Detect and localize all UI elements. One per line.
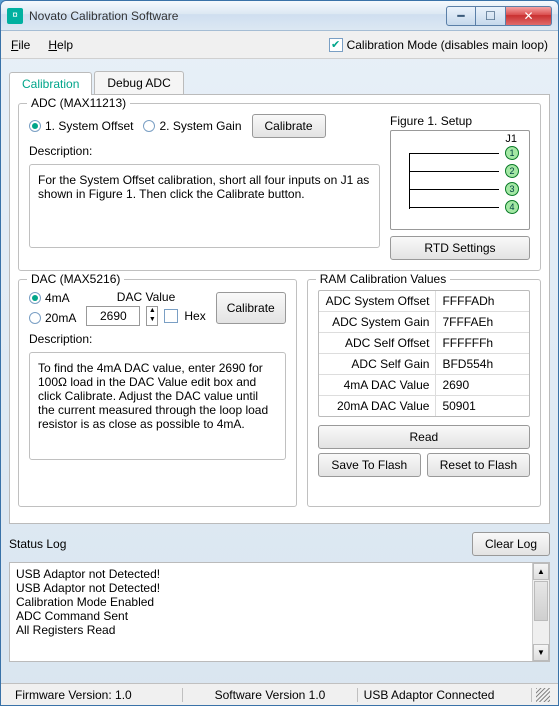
tab-calibration[interactable]: Calibration bbox=[9, 72, 92, 95]
radio-system-gain[interactable]: 2. System Gain bbox=[143, 119, 241, 133]
scroll-down-icon[interactable]: ▼ bbox=[533, 644, 549, 661]
check-icon: ✔ bbox=[329, 38, 343, 52]
adc-description-label: Description: bbox=[29, 144, 380, 158]
check-icon: ✔ bbox=[164, 309, 178, 323]
save-to-flash-button[interactable]: Save To Flash bbox=[318, 453, 421, 477]
menu-help[interactable]: Help bbox=[48, 38, 73, 52]
status-log-text: USB Adaptor not Detected! USB Adaptor no… bbox=[10, 563, 532, 661]
ram-group: RAM Calibration Values ADC System Offset… bbox=[307, 279, 541, 507]
radio-icon bbox=[29, 120, 41, 132]
dac-group-title: DAC (MAX5216) bbox=[27, 272, 124, 286]
maximize-button[interactable]: ☐ bbox=[476, 6, 506, 26]
radio-icon bbox=[29, 292, 41, 304]
calibration-mode-checkbox[interactable]: ✔ Calibration Mode (disables main loop) bbox=[329, 38, 548, 52]
dac-group: DAC (MAX5216) 4mA 20mA bbox=[18, 279, 297, 507]
usb-status: USB Adaptor Connected bbox=[358, 688, 532, 702]
reset-to-flash-button[interactable]: Reset to Flash bbox=[427, 453, 530, 477]
resize-grip-icon[interactable] bbox=[536, 688, 550, 702]
app-icon: ¤ bbox=[7, 8, 23, 24]
minimize-button[interactable]: ━ bbox=[446, 6, 476, 26]
radio-icon bbox=[29, 312, 41, 324]
firmware-version: Firmware Version: 1.0 bbox=[9, 688, 183, 702]
statusbar: Firmware Version: 1.0 Software Version 1… bbox=[1, 683, 558, 705]
radio-system-offset[interactable]: 1. System Offset bbox=[29, 119, 133, 133]
figure-diagram: J1 1 2 3 4 bbox=[390, 130, 530, 230]
figure-title: Figure 1. Setup bbox=[390, 114, 530, 128]
hex-checkbox[interactable]: ✔ Hex bbox=[164, 309, 205, 323]
scrollbar[interactable]: ▲ ▼ bbox=[532, 563, 549, 661]
adc-group: ADC (MAX11213) 1. System Offset 2. Syste… bbox=[18, 103, 541, 271]
dac-value-input[interactable] bbox=[86, 306, 140, 326]
clear-log-button[interactable]: Clear Log bbox=[472, 532, 550, 556]
scroll-up-icon[interactable]: ▲ bbox=[533, 563, 549, 580]
dac-description-label: Description: bbox=[29, 332, 286, 346]
tab-debug-adc[interactable]: Debug ADC bbox=[94, 71, 183, 94]
radio-4ma[interactable]: 4mA bbox=[29, 291, 76, 305]
dac-description-text: To find the 4mA DAC value, enter 2690 fo… bbox=[29, 352, 286, 460]
tab-strip: Calibration Debug ADC bbox=[9, 71, 550, 95]
dac-value-label: DAC Value bbox=[117, 290, 175, 304]
j1-label: J1 bbox=[505, 133, 517, 145]
status-log: USB Adaptor not Detected! USB Adaptor no… bbox=[9, 562, 550, 662]
adc-group-title: ADC (MAX11213) bbox=[27, 96, 130, 110]
window-title: Novato Calibration Software bbox=[29, 9, 446, 23]
read-button[interactable]: Read bbox=[318, 425, 530, 449]
adc-calibrate-button[interactable]: Calibrate bbox=[252, 114, 326, 138]
radio-20ma[interactable]: 20mA bbox=[29, 311, 76, 325]
scroll-thumb[interactable] bbox=[534, 581, 548, 621]
radio-icon bbox=[143, 120, 155, 132]
software-version: Software Version 1.0 bbox=[183, 688, 357, 702]
close-button[interactable]: ✕ bbox=[506, 6, 552, 26]
ram-table: ADC System OffsetFFFFADh ADC System Gain… bbox=[318, 290, 530, 417]
status-log-title: Status Log bbox=[9, 537, 472, 551]
calibration-mode-label: Calibration Mode (disables main loop) bbox=[347, 38, 548, 52]
dac-calibrate-button[interactable]: Calibrate bbox=[216, 292, 286, 324]
menu-file[interactable]: File bbox=[11, 38, 30, 52]
dac-value-spinner[interactable]: ▲▼ bbox=[146, 306, 158, 326]
titlebar: ¤ Novato Calibration Software ━ ☐ ✕ bbox=[1, 1, 558, 31]
menubar: File Help ✔ Calibration Mode (disables m… bbox=[1, 31, 558, 59]
ram-group-title: RAM Calibration Values bbox=[316, 272, 451, 286]
rtd-settings-button[interactable]: RTD Settings bbox=[390, 236, 530, 260]
adc-description-text: For the System Offset calibration, short… bbox=[29, 164, 380, 248]
